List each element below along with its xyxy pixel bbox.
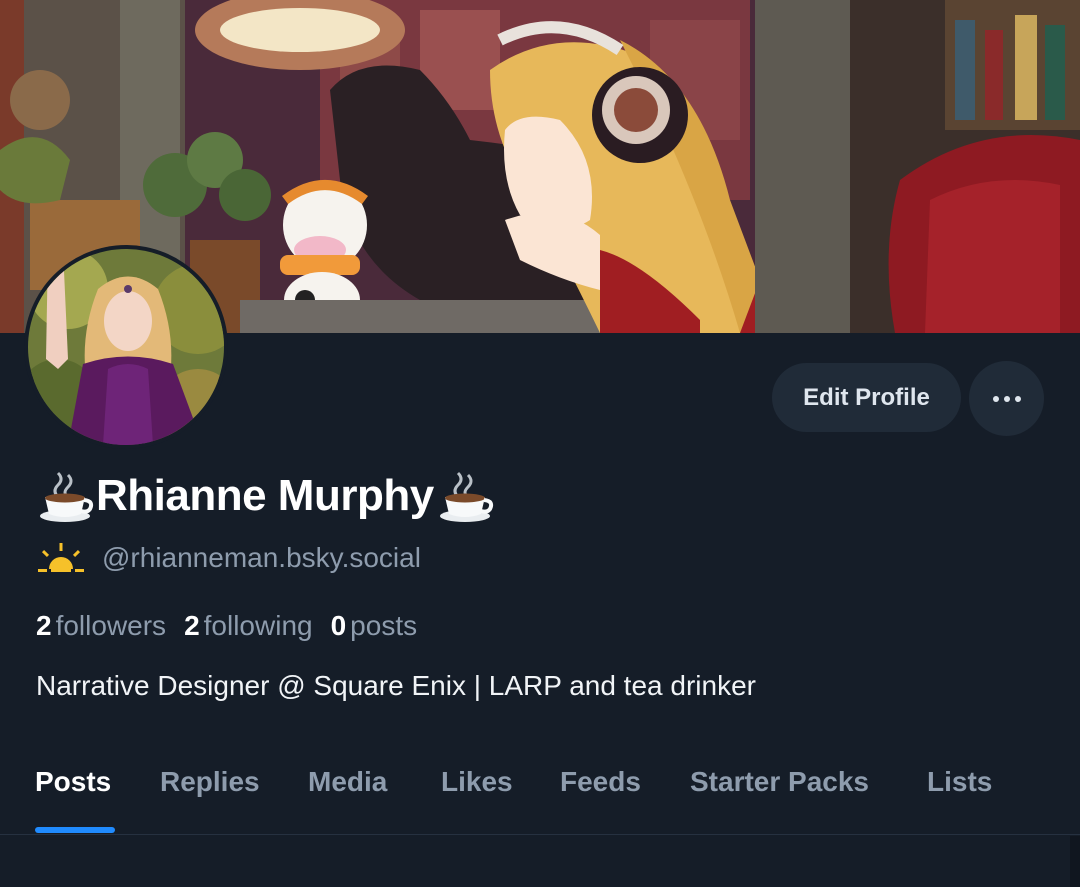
sunrise-icon (38, 543, 84, 572)
followers-count: 2 (36, 610, 52, 641)
scrollbar-track[interactable] (1070, 836, 1080, 887)
profile-tab-bar: Posts Replies Media Likes Feeds Starter … (0, 740, 1080, 835)
following-label: following (203, 610, 313, 641)
display-name-row: Rhianne Murphy (36, 466, 494, 526)
handle-row: @rhianneman.bsky.social (38, 536, 421, 580)
posts-label: posts (350, 610, 418, 641)
tab-feeds[interactable]: Feeds (560, 766, 641, 798)
followers-label: followers (55, 610, 167, 641)
active-tab-indicator (35, 827, 115, 833)
profile-page: Edit Profile Rhianne Murphy @rhianneman.… (0, 0, 1080, 887)
followers-link[interactable]: 2 followers (36, 610, 166, 642)
more-options-button[interactable] (969, 361, 1044, 436)
edit-profile-button[interactable]: Edit Profile (772, 363, 961, 432)
posts-count: 0 (330, 610, 347, 641)
tab-starter-packs[interactable]: Starter Packs (690, 766, 869, 798)
handle[interactable]: @rhianneman.bsky.social (102, 542, 421, 574)
tab-likes[interactable]: Likes (441, 766, 513, 798)
display-name: Rhianne Murphy (96, 471, 434, 520)
avatar[interactable] (24, 245, 228, 449)
profile-stats: 2 followers 2 following 0 posts (36, 604, 417, 648)
more-horizontal-icon (992, 395, 999, 402)
posts-stat: 0 posts (331, 610, 418, 642)
tab-posts[interactable]: Posts (35, 766, 111, 798)
profile-bio: Narrative Designer @ Square Enix | LARP … (36, 670, 756, 701)
coffee-cup-icon (40, 471, 94, 522)
tab-media[interactable]: Media (308, 766, 387, 798)
tab-lists[interactable]: Lists (927, 766, 992, 798)
tab-replies[interactable]: Replies (160, 766, 260, 798)
more-horizontal-icon-dot (1014, 395, 1021, 402)
more-horizontal-icon-dot (1003, 395, 1010, 402)
coffee-cup-icon (439, 471, 493, 522)
following-link[interactable]: 2 following (184, 610, 313, 642)
following-count: 2 (184, 610, 200, 641)
